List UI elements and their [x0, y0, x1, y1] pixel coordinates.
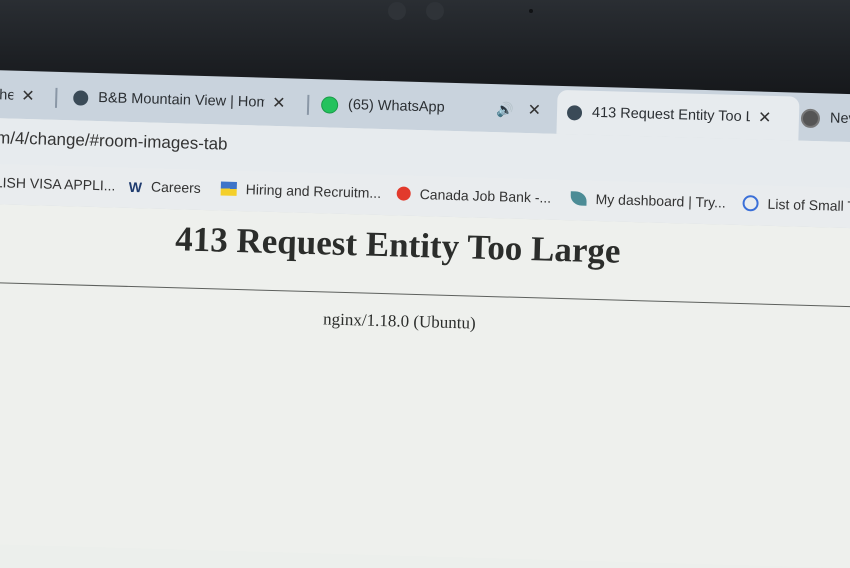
camera-ring [388, 2, 406, 20]
flag-icon [220, 181, 237, 196]
error-heading: 413 Request Entity Too Large [174, 219, 622, 271]
chrome-icon [800, 108, 821, 128]
tab-title: hea [0, 87, 14, 104]
tab-bnb-mountain-view[interactable]: B&B Mountain View | Hom ✕ [73, 78, 299, 122]
bookmark-label: Careers [150, 178, 202, 196]
page-content: 413 Request Entity Too Large nginx/1.18.… [0, 203, 850, 568]
tab-title: Nev [829, 110, 850, 128]
tab-whatsapp[interactable]: (65) WhatsApp 🔊 ✕ [320, 85, 542, 129]
camera-dot [529, 9, 533, 13]
tab-title: (65) WhatsApp [347, 97, 445, 116]
bookmark-label: List of Small T [767, 195, 850, 215]
close-icon[interactable]: ✕ [527, 100, 541, 120]
tab-partial-left[interactable]: hea ✕ [0, 76, 48, 115]
bookmark-label: LISH VISA APPLI... [0, 174, 116, 194]
server-signature: nginx/1.18.0 (Ubuntu) [322, 309, 476, 333]
speaker-icon[interactable]: 🔊 [496, 101, 514, 118]
globe-icon [566, 104, 583, 121]
divider [0, 281, 850, 308]
tab-title: 413 Request Entity Too Lar [591, 104, 751, 126]
tab-new-partial[interactable]: Nev [800, 99, 850, 139]
tab-413-error[interactable]: 413 Request Entity Too Lar ✕ [556, 89, 800, 141]
leaf-icon [570, 191, 587, 206]
bookmark-label: Hiring and Recruitm... [245, 181, 382, 201]
bookmark-dashboard[interactable]: My dashboard | Try... [570, 190, 727, 211]
tab-separator [306, 94, 310, 115]
bookmark-list-of-small[interactable]: List of Small T [742, 195, 850, 214]
close-icon[interactable]: ✕ [272, 93, 286, 113]
close-icon[interactable]: ✕ [21, 86, 35, 106]
globe-icon [73, 89, 89, 106]
bookmark-canada-job-bank[interactable]: Canada Job Bank -... [396, 185, 552, 206]
link-icon [742, 195, 759, 212]
bookmark-visa[interactable]: LISH VISA APPLI... [0, 174, 116, 193]
close-icon[interactable]: ✕ [758, 107, 772, 127]
w-logo-icon: W [128, 178, 143, 196]
tab-separator [54, 87, 58, 108]
camera-sensor [426, 2, 444, 20]
bookmark-label: My dashboard | Try... [595, 190, 727, 211]
url-text[interactable]: m/4/change/#room-images-tab [0, 128, 228, 154]
bookmark-careers[interactable]: W Careers [129, 178, 201, 196]
browser-window: hea ✕ B&B Mountain View | Hom ✕ (65) Wha… [0, 70, 850, 568]
maple-leaf-icon [396, 186, 411, 201]
whatsapp-icon [320, 95, 339, 114]
tab-title: B&B Mountain View | Hom [98, 90, 265, 111]
bookmark-hiring[interactable]: Hiring and Recruitm... [220, 180, 382, 201]
bookmark-label: Canada Job Bank -... [419, 186, 552, 206]
